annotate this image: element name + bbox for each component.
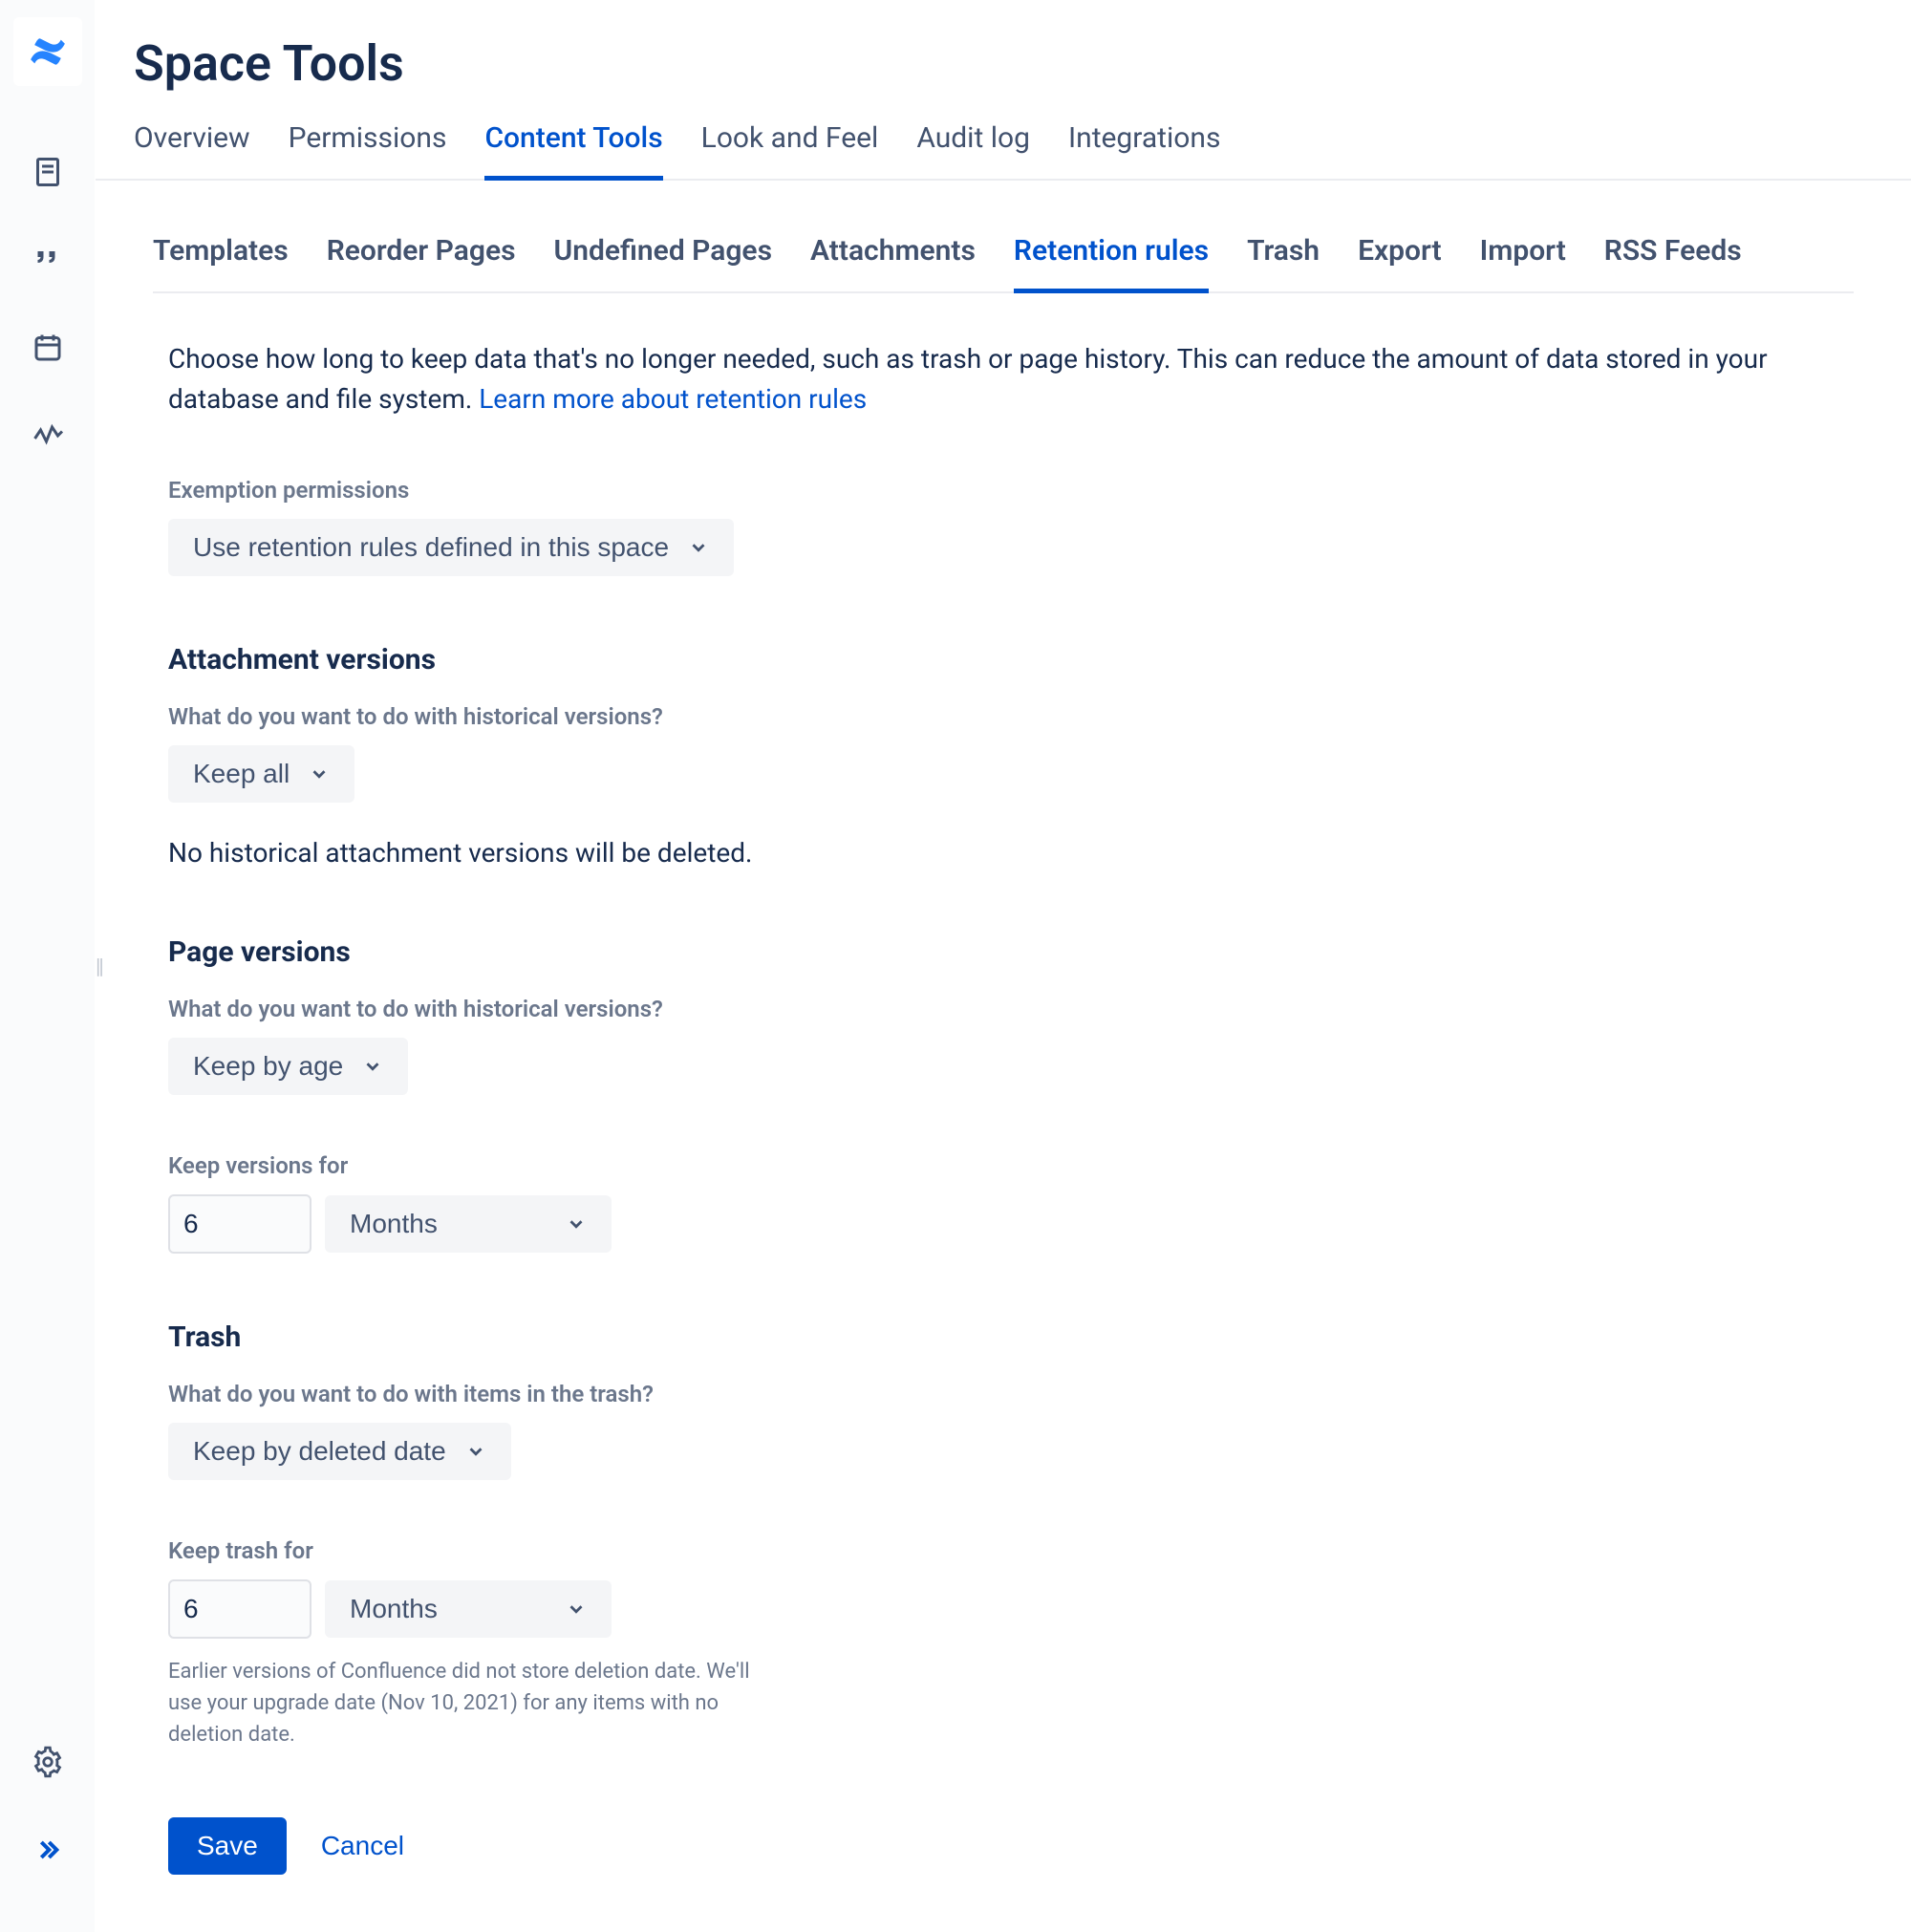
subtab-attachments[interactable]: Attachments [810, 234, 976, 293]
intro-paragraph: Choose how long to keep data that's no l… [168, 339, 1838, 419]
attachment-action-value: Keep all [193, 759, 290, 789]
subtab-rss-feeds[interactable]: RSS Feeds [1604, 234, 1742, 293]
trash-keep-unit-value: Months [350, 1594, 438, 1624]
tab-overview[interactable]: Overview [134, 121, 250, 181]
page-action-select[interactable]: Keep by age [168, 1038, 408, 1095]
subtab-reorder-pages[interactable]: Reorder Pages [327, 234, 516, 293]
expand-icon[interactable] [27, 1829, 69, 1871]
chevron-down-icon [465, 1441, 486, 1462]
intro-text: Choose how long to keep data that's no l… [168, 343, 1768, 415]
tab-audit-log[interactable]: Audit log [916, 121, 1030, 181]
chevron-down-icon [309, 763, 330, 784]
trash-action-value: Keep by deleted date [193, 1436, 446, 1467]
trash-keep-unit-select[interactable]: Months [325, 1580, 612, 1638]
attachment-helper: No historical attachment versions will b… [168, 837, 1854, 869]
page-title: Space Tools [134, 34, 1873, 93]
calendar-icon[interactable] [27, 327, 69, 369]
subtab-retention-rules[interactable]: Retention rules [1014, 234, 1209, 293]
page-keep-number-input[interactable] [168, 1194, 311, 1254]
subtab-templates[interactable]: Templates [153, 234, 289, 293]
subtab-trash[interactable]: Trash [1247, 234, 1320, 293]
chevron-down-icon [566, 1213, 587, 1234]
page-section-title: Page versions [168, 935, 1854, 969]
quote-icon[interactable] [27, 239, 69, 281]
secondary-tabs: Templates Reorder Pages Undefined Pages … [153, 234, 1854, 293]
attachment-question: What do you want to do with historical v… [168, 703, 1854, 730]
trash-note: Earlier versions of Confluence did not s… [168, 1656, 761, 1750]
page-action-value: Keep by age [193, 1051, 343, 1082]
learn-more-link[interactable]: Learn more about retention rules [479, 383, 867, 415]
tab-integrations[interactable]: Integrations [1068, 121, 1220, 181]
trash-section-title: Trash [168, 1320, 1854, 1354]
page-question: What do you want to do with historical v… [168, 996, 1854, 1022]
cancel-button[interactable]: Cancel [313, 1817, 412, 1875]
exemption-value: Use retention rules defined in this spac… [193, 532, 669, 563]
main-content: Space Tools Overview Permissions Content… [96, 0, 1911, 1932]
subtab-export[interactable]: Export [1358, 234, 1442, 293]
trash-action-select[interactable]: Keep by deleted date [168, 1423, 511, 1480]
exemption-label: Exemption permissions [168, 477, 1854, 504]
page-keep-unit-select[interactable]: Months [325, 1195, 612, 1253]
trash-keep-label: Keep trash for [168, 1537, 1854, 1564]
primary-tabs: Overview Permissions Content Tools Look … [96, 121, 1911, 181]
trash-question: What do you want to do with items in the… [168, 1381, 1854, 1407]
attachment-section-title: Attachment versions [168, 643, 1854, 676]
confluence-logo[interactable] [13, 17, 82, 86]
chevron-down-icon [362, 1056, 383, 1077]
tab-permissions[interactable]: Permissions [289, 121, 447, 181]
page-icon[interactable] [27, 151, 69, 193]
chevron-down-icon [566, 1599, 587, 1620]
subtab-undefined-pages[interactable]: Undefined Pages [554, 234, 773, 293]
subtab-import[interactable]: Import [1480, 234, 1566, 293]
chevron-down-icon [688, 537, 709, 558]
left-sidebar [0, 0, 96, 1932]
attachment-action-select[interactable]: Keep all [168, 745, 354, 803]
analytics-icon[interactable] [27, 415, 69, 457]
page-keep-label: Keep versions for [168, 1152, 1854, 1179]
form-actions: Save Cancel [168, 1817, 1854, 1875]
tab-content-tools[interactable]: Content Tools [484, 121, 662, 181]
gear-icon[interactable] [27, 1741, 69, 1783]
exemption-select[interactable]: Use retention rules defined in this spac… [168, 519, 734, 576]
tab-look-and-feel[interactable]: Look and Feel [701, 121, 879, 181]
page-keep-unit-value: Months [350, 1209, 438, 1239]
save-button[interactable]: Save [168, 1817, 287, 1875]
trash-keep-number-input[interactable] [168, 1579, 311, 1639]
